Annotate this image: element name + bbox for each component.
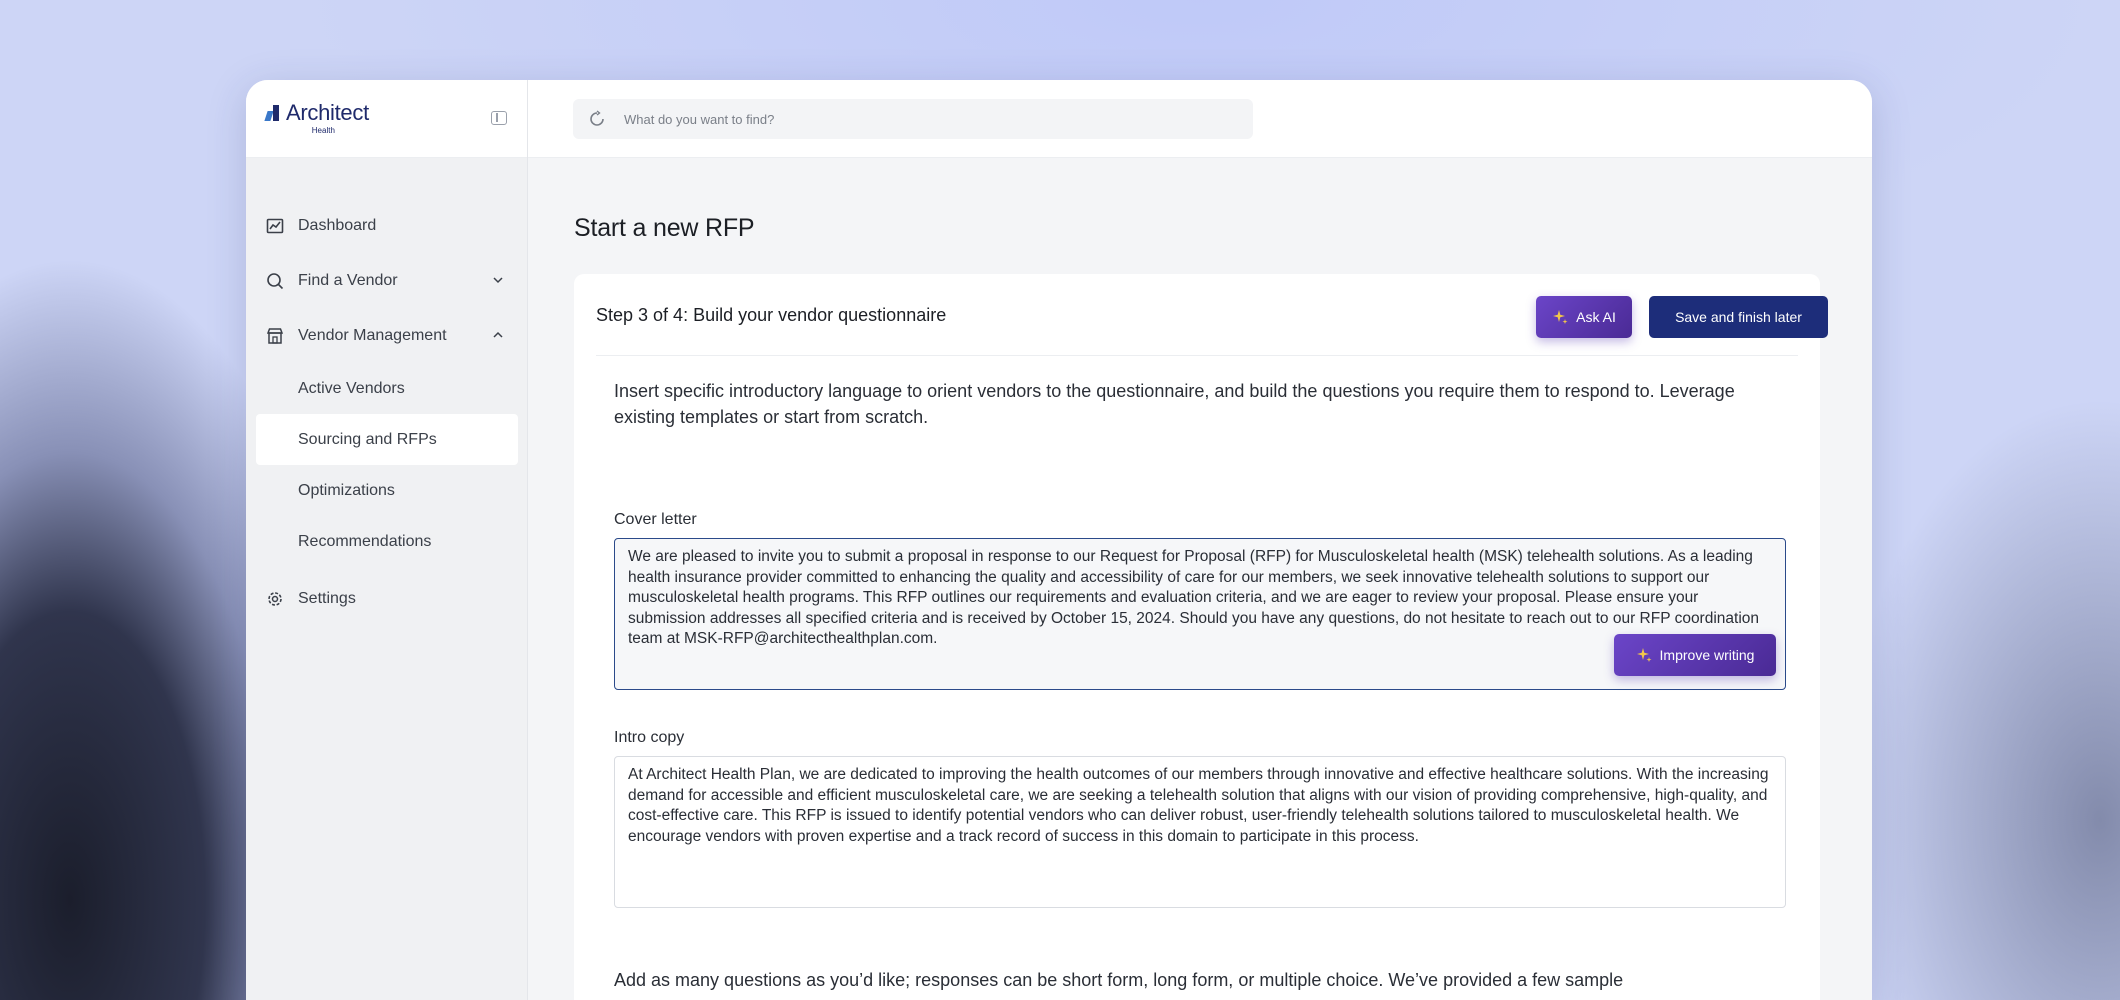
chevron-down-icon[interactable] [493, 275, 503, 285]
logo-name: Architect [286, 100, 369, 125]
chart-icon [266, 218, 284, 234]
page-title: Start a new RFP [574, 214, 755, 242]
logo[interactable]: Architect Health [264, 100, 369, 135]
sidebar-subitem-optimizations[interactable]: Optimizations [256, 465, 518, 516]
intro-copy-textarea[interactable]: At Architect Health Plan, we are dedicat… [614, 756, 1786, 908]
search-bar[interactable] [573, 99, 1253, 139]
sidebar-subitem-recommendations[interactable]: Recommendations [256, 516, 518, 567]
sidebar-subitem-sourcing-rfps[interactable]: Sourcing and RFPs [256, 414, 518, 465]
sidebar-item-settings[interactable]: Settings [246, 571, 528, 626]
sidebar-item-label: Dashboard [298, 216, 377, 234]
ask-ai-button[interactable]: Ask AI [1536, 296, 1632, 338]
app-window: Architect Health Dashboard Find a Vendor… [246, 80, 1872, 1000]
rfp-step-card: Step 3 of 4: Build your vendor questionn… [574, 274, 1828, 1000]
improve-writing-label: Improve writing [1659, 647, 1755, 663]
ask-ai-label: Ask AI [1576, 309, 1616, 325]
store-icon [266, 328, 284, 344]
cover-letter-label: Cover letter [614, 511, 697, 528]
cover-letter-textarea[interactable]: We are pleased to invite you to submit a… [614, 538, 1786, 690]
sidebar-subitem-label: Recommendations [298, 532, 432, 550]
sidebar-item-find-vendor[interactable]: Find a Vendor [246, 253, 528, 308]
card-header: Step 3 of 4: Build your vendor questionn… [596, 274, 1828, 356]
sparkle-icon [1636, 648, 1652, 662]
brand-bar: Architect Health [246, 80, 527, 158]
intro-copy-label: Intro copy [614, 729, 685, 746]
sidebar: Architect Health Dashboard Find a Vendor… [246, 80, 528, 1000]
loading-spinner-icon [590, 110, 604, 126]
sidebar-item-label: Find a Vendor [298, 271, 398, 289]
logo-mark-icon [264, 105, 282, 123]
search-input[interactable] [624, 111, 1224, 127]
sidebar-nav: Dashboard Find a Vendor Vendor Managemen… [246, 198, 528, 626]
sparkle-icon [1553, 310, 1568, 324]
save-finish-later-button[interactable]: Save and finish later [1649, 296, 1828, 338]
top-bar [528, 80, 1872, 158]
sidebar-item-vendor-management[interactable]: Vendor Management [246, 308, 528, 363]
chevron-up-icon[interactable] [493, 330, 503, 340]
sidebar-item-label: Vendor Management [298, 326, 447, 344]
step-title: Step 3 of 4: Build your vendor questionn… [596, 305, 947, 325]
sidebar-subitem-active-vendors[interactable]: Active Vendors [256, 363, 518, 414]
main-content: Start a new RFP Step 3 of 4: Build your … [528, 158, 1872, 1000]
sidebar-collapse-icon[interactable] [491, 111, 507, 125]
search-icon [267, 273, 284, 290]
sidebar-subitem-label: Active Vendors [298, 379, 405, 397]
improve-writing-button[interactable]: Improve writing [1614, 634, 1776, 676]
gear-icon [268, 592, 282, 606]
logo-subtitle: Health [311, 126, 335, 135]
questions-instructions: Add as many questions as you’d like; res… [614, 970, 1624, 990]
sidebar-subitem-label: Sourcing and RFPs [298, 430, 437, 448]
sidebar-item-dashboard[interactable]: Dashboard [246, 198, 528, 253]
step-instructions: Insert specific introductory language to… [614, 381, 1735, 427]
sidebar-subitem-label: Optimizations [298, 481, 395, 499]
sidebar-item-label: Settings [298, 589, 356, 607]
